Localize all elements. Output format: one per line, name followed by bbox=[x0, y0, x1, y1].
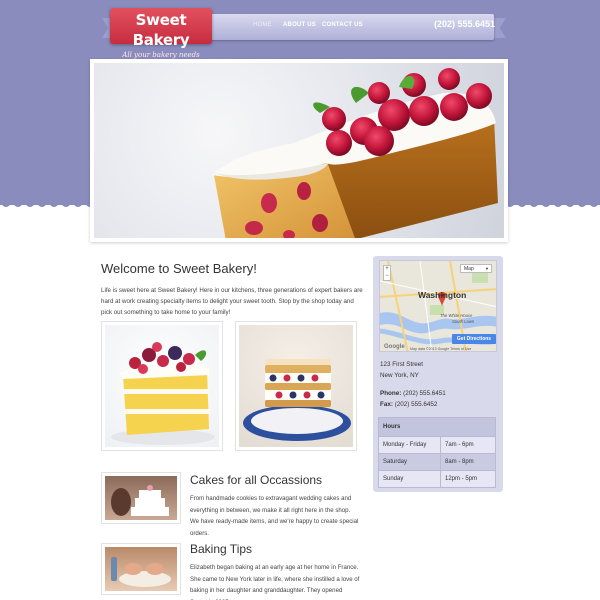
google-map[interactable]: + − Map ▼ Washington The White House Sou… bbox=[379, 260, 497, 352]
welcome-intro-text: Life is sweet here at Sweet Bakery! Here… bbox=[101, 287, 363, 316]
napoleon-pastry-photo bbox=[235, 321, 357, 451]
cakes-section-heading: Cakes for all Occassions bbox=[190, 473, 323, 487]
nav-contact-us[interactable]: CONTACT US bbox=[322, 22, 363, 28]
baking-hands-illustration bbox=[111, 557, 171, 587]
layer-cake-photo bbox=[101, 321, 223, 451]
get-directions-button[interactable]: Get Directions bbox=[452, 334, 496, 344]
nav-home[interactable]: HOME bbox=[253, 22, 272, 28]
map-footer[interactable]: Map data ©2013 Google Terms of Use bbox=[410, 347, 471, 351]
header-phone[interactable]: (202) 555.6451 bbox=[434, 19, 495, 29]
wedding-cake-illustration bbox=[111, 485, 169, 516]
welcome-heading: Welcome to Sweet Bakery! bbox=[101, 261, 257, 276]
berry-layer-cake-illustration bbox=[111, 342, 215, 445]
hours-row: Saturday 8am - 8pm bbox=[378, 453, 496, 471]
map-type-label: Map bbox=[464, 266, 474, 272]
nav-about-us[interactable]: ABOUT US bbox=[283, 22, 316, 28]
baking-tips-thumbnail bbox=[101, 543, 181, 595]
logo-title: Sweet Bakery bbox=[132, 11, 190, 49]
hours-row: Monday - Friday 7am - 6pm bbox=[378, 436, 496, 454]
hours-table: Hours Monday - Friday 7am - 6pm Saturday… bbox=[378, 417, 496, 488]
contact-fax: Fax: (202) 555.6452 bbox=[380, 401, 437, 408]
raspberry-loaf-cake-illustration bbox=[212, 68, 498, 238]
cakes-section-text: From handmade cookies to extravagant wed… bbox=[190, 495, 359, 537]
baking-tips-text: Elizabeth began baking at an early age a… bbox=[190, 564, 360, 600]
map-label-south-lawn: South Lawn bbox=[452, 319, 475, 324]
map-type-select[interactable]: Map ▼ bbox=[460, 264, 492, 273]
hero-image bbox=[94, 63, 504, 238]
map-label-white-house: The White House bbox=[440, 313, 473, 318]
phone-label: Phone: bbox=[380, 390, 402, 397]
hours-header-row: Hours bbox=[378, 417, 496, 437]
hours-time: 12pm - 5pm bbox=[440, 470, 496, 488]
hours-day: Sunday bbox=[378, 470, 441, 488]
hours-row: Sunday 12pm - 5pm bbox=[378, 470, 496, 488]
hours-day: Monday - Friday bbox=[378, 436, 441, 454]
hero-image-frame bbox=[90, 59, 508, 242]
logo[interactable]: Sweet Bakery All your bakery needs bbox=[110, 8, 212, 59]
hours-time: 8am - 8pm bbox=[440, 453, 496, 471]
berry-pastry-illustration bbox=[243, 359, 351, 441]
address-street: 123 First Street bbox=[380, 361, 424, 368]
chevron-down-icon: ▼ bbox=[485, 266, 489, 271]
hours-header: Hours bbox=[378, 417, 496, 437]
map-city-label: Washington bbox=[418, 290, 467, 300]
wedding-cake-thumbnail bbox=[101, 472, 181, 524]
phone-value: (202) 555.6451 bbox=[403, 390, 446, 397]
map-zoom-control[interactable]: + − bbox=[383, 265, 391, 281]
baking-tips-heading: Baking Tips bbox=[190, 542, 253, 556]
fax-label: Fax: bbox=[380, 401, 393, 408]
hours-time: 7am - 6pm bbox=[440, 436, 496, 454]
google-logo: Google bbox=[384, 344, 405, 350]
fax-value: (202) 555.6452 bbox=[394, 401, 438, 408]
contact-phone: Phone: (202) 555.6451 bbox=[380, 390, 446, 397]
hours-day: Saturday bbox=[378, 453, 441, 471]
address-city: New York, NY bbox=[380, 372, 419, 379]
